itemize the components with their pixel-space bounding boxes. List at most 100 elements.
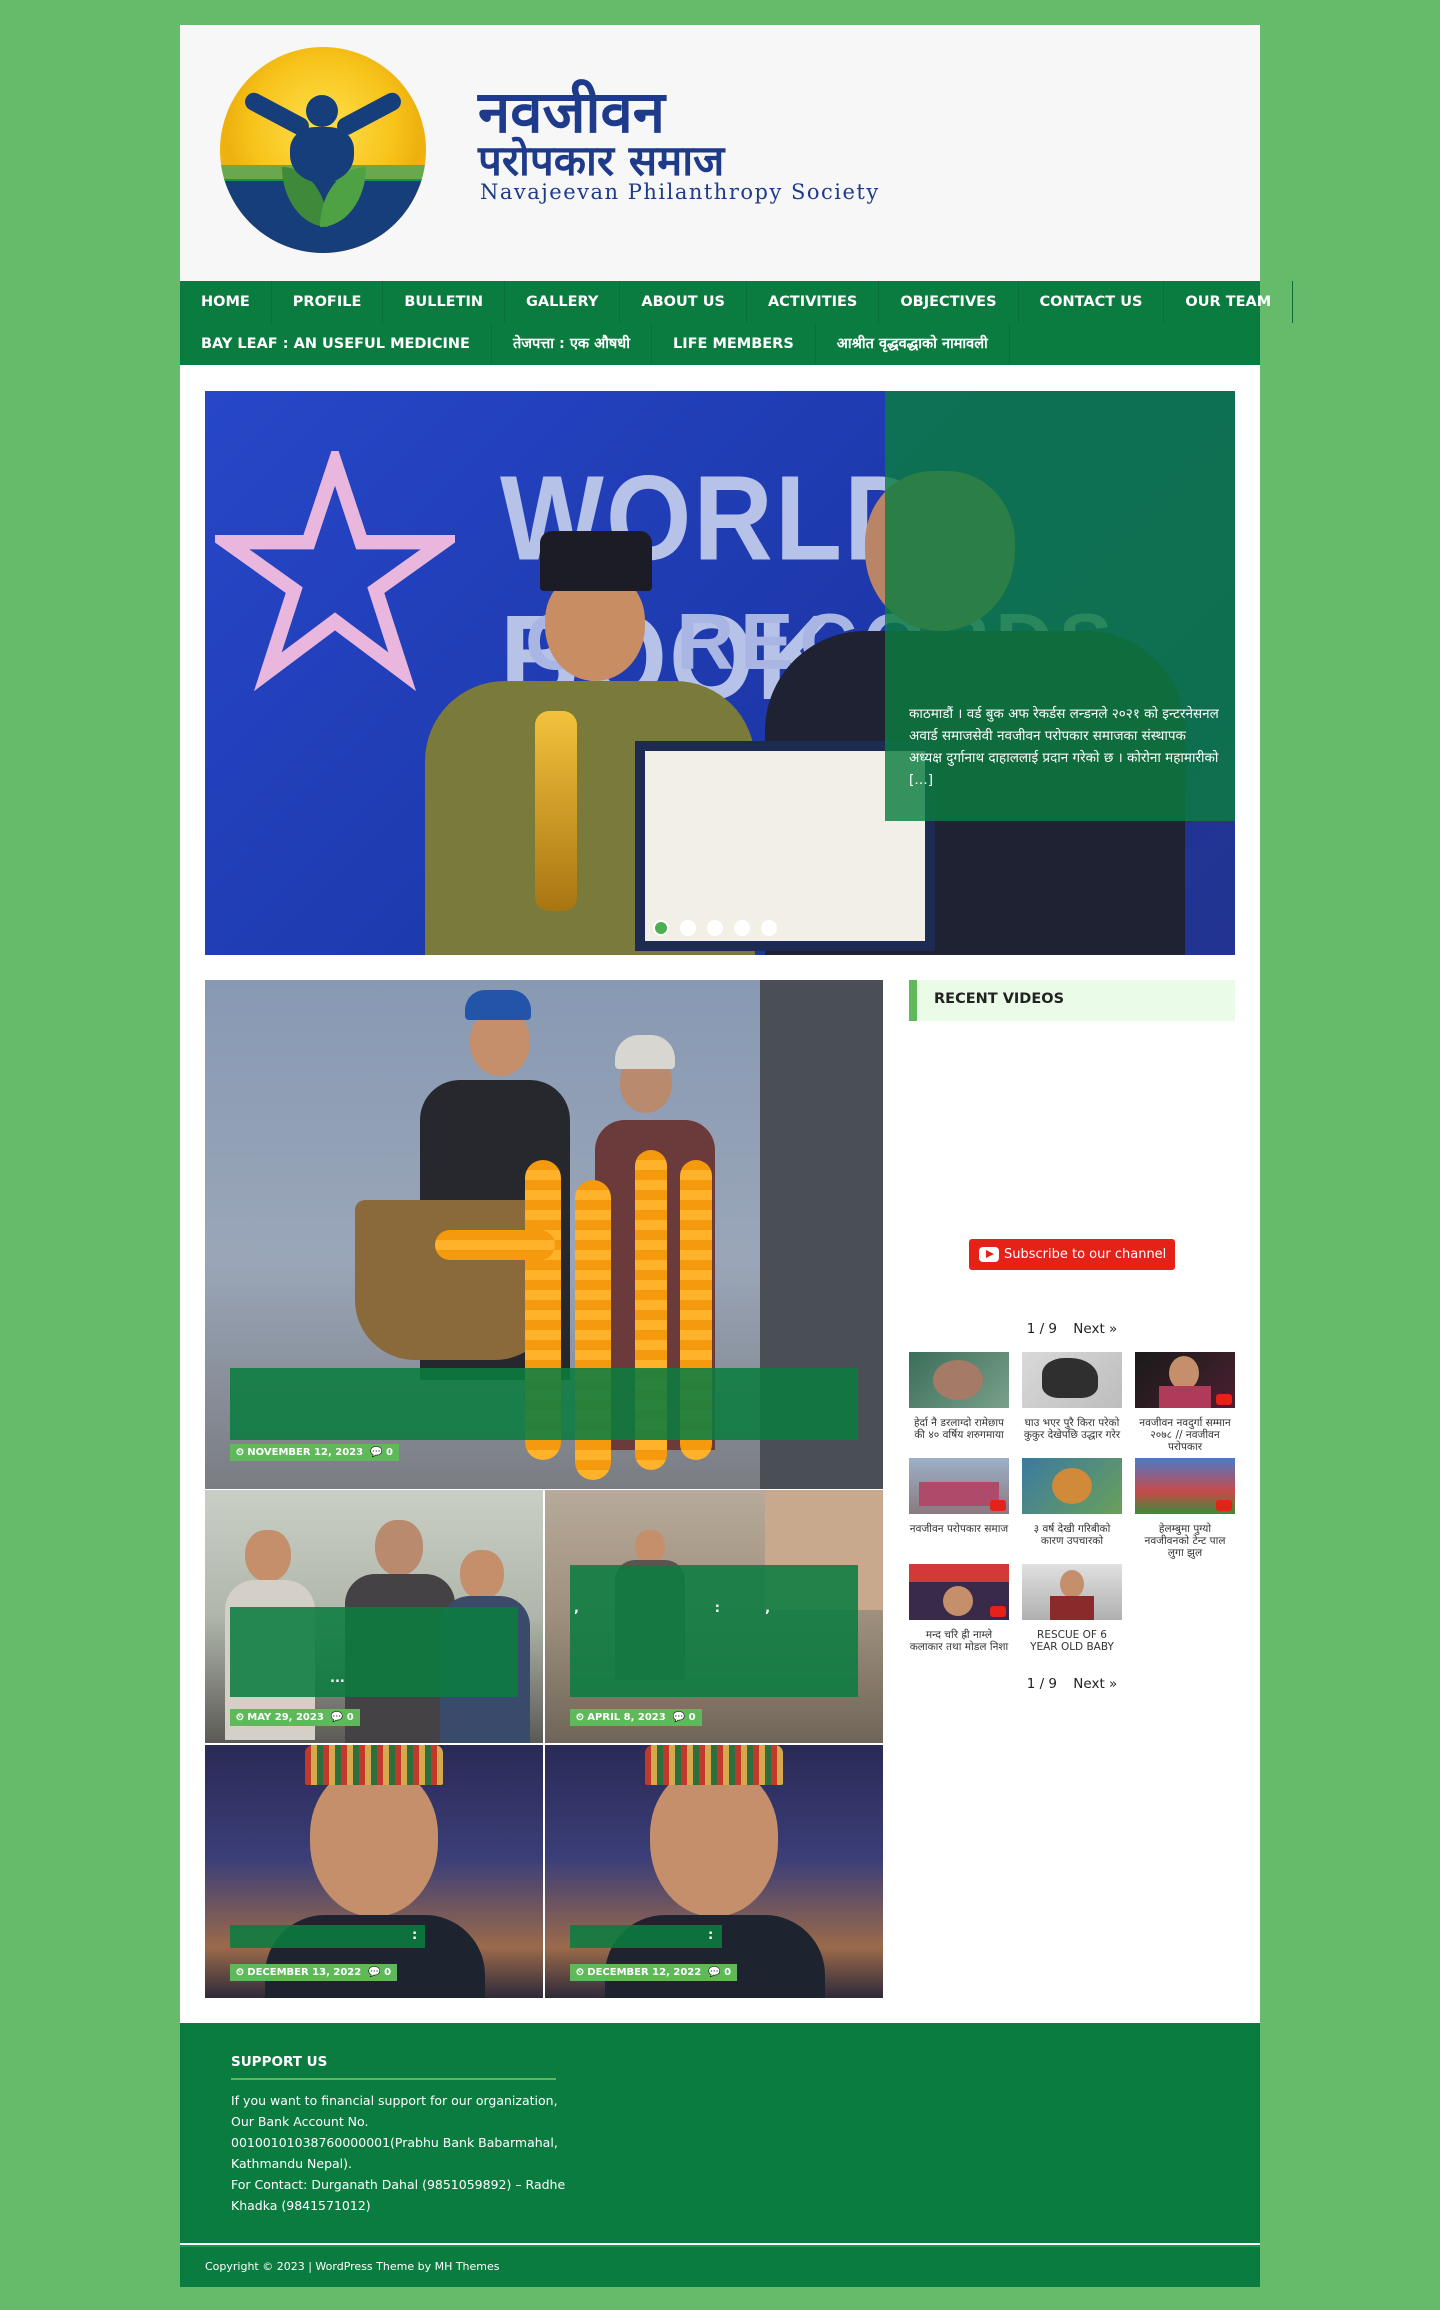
post-title[interactable]: : [708,1928,713,1943]
footer-text-line: 00100101038760000001(Prabhu Bank Babarma… [231,2135,558,2150]
post-meta: ⏲ NOVEMBER 12, 2023 💬 0 [230,1444,399,1461]
site-logo[interactable] [220,47,426,253]
youtube-icon [979,1247,999,1262]
footer-text-line: Our Bank Account No. [231,2114,369,2129]
post-title[interactable]: : [412,1928,417,1943]
main-navigation: HOME PROFILE BULLETIN GALLERY ABOUT US A… [180,281,1294,365]
post-card[interactable]: : ⏲ DECEMBER 13, 2022 💬 0 [205,1745,543,1998]
slider-caption: काठमाडौं । वर्ड बुक अफ रेकर्डस लन्डनले २… [885,391,1235,821]
video-title: ३ वर्ष देखी गरिबीको कारण उपचारको [1033,1523,1111,1547]
nav-item-tejpatta[interactable]: तेजपत्ता : एक औषधी [492,323,652,365]
nav-row-2: BAY LEAF : AN USEFUL MEDICINE तेजपत्ता :… [180,323,1010,365]
slider-dot-3[interactable] [707,920,723,936]
copyright-bar: Copyright © 2023 | WordPress Theme by MH… [180,2245,1260,2287]
video-title: नवजीवन नवदुर्गा सम्मान २०७८ // नवजीवन पर… [1139,1417,1231,1453]
widget-title-text: RECENT VIDEOS [934,991,1065,1007]
nav-item-activities[interactable]: ACTIVITIES [747,281,880,323]
post-caption [230,1368,858,1440]
post-meta: ⏲ APRIL 8, 2023 💬 0 [570,1709,702,1726]
post-card-featured[interactable]: ⏲ NOVEMBER 12, 2023 💬 0 [205,980,883,1489]
footer-text-line: Kathmandu Nepal). [231,2156,353,2171]
post-card[interactable]: , : , ⏲ APRIL 8, 2023 💬 0 [545,1490,883,1743]
video-title: घाउ भएर पुरै किरा परेको कुकुर देखेपछि उद… [1023,1417,1121,1441]
post-comments: 0 [384,1967,392,1978]
video-item[interactable]: घाउ भएर पुरै किरा परेको कुकुर देखेपछि उद… [1022,1352,1122,1441]
post-caption: : [570,1925,722,1948]
post-meta: ⏲ MAY 29, 2023 💬 0 [230,1709,360,1726]
post-date: MAY 29, 2023 [247,1712,324,1723]
video-item[interactable]: RESCUE OF 6 YEAR OLD BABY [1022,1564,1122,1653]
trophy-image [535,711,577,911]
post-date: NOVEMBER 12, 2023 [247,1447,364,1458]
post-title[interactable]: , : , [574,1601,770,1616]
post-card[interactable]: ... ⏲ MAY 29, 2023 💬 0 [205,1490,543,1743]
video-item[interactable]: ३ वर्ष देखी गरिबीको कारण उपचारको [1022,1458,1122,1547]
footer-text-line: For Contact: Durganath Dahal (9851059892… [231,2177,566,2192]
nav-item-bulletin[interactable]: BULLETIN [383,281,506,323]
post-meta: ⏲ DECEMBER 12, 2022 💬 0 [570,1964,738,1981]
post-date: DECEMBER 13, 2022 [247,1967,362,1978]
video-item[interactable]: मन्द चरि ह्री नाम्ले कलाकार तथा मोडल निश… [909,1564,1009,1653]
video-title: RESCUE OF 6 YEAR OLD BABY [1030,1629,1114,1653]
video-title: नवजीवन परोपकार समाज [909,1523,1009,1535]
nav-item-contact-us[interactable]: CONTACT US [1019,281,1165,323]
post-meta: ⏲ DECEMBER 13, 2022 💬 0 [230,1964,398,1981]
post-date: DECEMBER 12, 2022 [587,1967,702,1978]
video-pager-top: 1 / 9 Next » [909,1321,1235,1337]
slider-pagination [653,920,777,936]
pager-next-link[interactable]: Next » [1073,1321,1117,1337]
post-comments: 0 [346,1712,354,1723]
footer-divider [231,2078,556,2080]
slider-dot-4[interactable] [734,920,750,936]
slider-dot-1[interactable] [653,920,669,936]
nav-item-profile[interactable]: PROFILE [272,281,384,323]
footer-text-line: If you want to financial support for our… [231,2093,558,2108]
nav-item-about-us[interactable]: ABOUT US [620,281,747,323]
video-item[interactable]: नवजीवन नवदुर्गा सम्मान २०७८ // नवजीवन पर… [1135,1352,1235,1453]
nav-item-bay-leaf[interactable]: BAY LEAF : AN USEFUL MEDICINE [180,323,492,365]
video-title: हेलम्बुमा पुग्यो नवजीवनको टेन्ट पाल लुगा… [1144,1523,1226,1559]
post-comments: 0 [386,1447,393,1458]
video-title: हेर्दा नै डरलाग्दो रामेछाप की ४० वर्षिय … [913,1417,1005,1441]
page-wrapper: नवजीवन परोपकार समाज Navajeevan Philanthr… [180,25,1294,2287]
post-caption: ... [230,1607,518,1697]
footer-heading: SUPPORT US [231,2054,328,2070]
video-item[interactable]: नवजीवन परोपकार समाज [909,1458,1009,1535]
video-title: मन्द चरि ह्री नाम्ले कलाकार तथा मोडल निश… [909,1629,1009,1653]
pager-count: 1 / 9 [1026,1676,1057,1692]
slider-excerpt[interactable]: काठमाडौं । वर्ड बुक अफ रेकर्डस लन्डनले २… [909,703,1219,791]
slider-dot-5[interactable] [761,920,777,936]
post-caption: : [230,1925,425,1948]
subscribe-label: Subscribe to our channel [1004,1247,1167,1262]
video-item[interactable]: हेर्दा नै डरलाग्दो रामेछाप की ४० वर्षिय … [909,1352,1009,1441]
pager-next-link[interactable]: Next » [1073,1676,1117,1692]
copyright-text[interactable]: Copyright © 2023 | WordPress Theme by MH… [205,2260,500,2273]
post-card[interactable]: : ⏲ DECEMBER 12, 2022 💬 0 [545,1745,883,1998]
post-comments: 0 [688,1712,696,1723]
nav-item-elderly-list[interactable]: आश्रीत वृद्धवद्धाको नामावली [816,323,1010,365]
widget-title: RECENT VIDEOS [909,980,1235,1021]
site-header: नवजीवन परोपकार समाज Navajeevan Philanthr… [180,25,1260,281]
nav-item-life-members[interactable]: LIFE MEMBERS [652,323,816,365]
nav-item-our-team[interactable]: OUR TEAM [1164,281,1294,323]
pager-count: 1 / 9 [1026,1321,1057,1337]
site-footer: SUPPORT US If you want to financial supp… [180,2023,1260,2243]
post-date: APRIL 8, 2023 [587,1712,666,1723]
nav-item-gallery[interactable]: GALLERY [505,281,621,323]
slider-dot-2[interactable] [680,920,696,936]
post-caption: , : , [570,1565,858,1697]
footer-text-line: Khadka (9841571012) [231,2198,371,2213]
featured-slider[interactable]: WORLD BOOK OF RECORDS काठमाडौं । वर्ड बु… [205,391,1235,955]
nav-item-objectives[interactable]: OBJECTIVES [879,281,1019,323]
site-title-nepali-sub[interactable]: परोपकार समाज [478,138,724,184]
nav-row-1: HOME PROFILE BULLETIN GALLERY ABOUT US A… [180,281,1294,323]
nav-item-home[interactable]: HOME [180,281,272,323]
video-item[interactable]: हेलम्बुमा पुग्यो नवजीवनको टेन्ट पाल लुगा… [1135,1458,1235,1559]
video-pager-bottom: 1 / 9 Next » [909,1676,1235,1692]
site-title-nepali[interactable]: नवजीवन [478,81,665,143]
site-title-english[interactable]: Navajeevan Philanthropy Society [480,180,880,204]
post-comments: 0 [724,1967,732,1978]
star-graphic [215,451,455,691]
post-title[interactable]: ... [330,1671,345,1686]
subscribe-button[interactable]: Subscribe to our channel [969,1239,1175,1270]
